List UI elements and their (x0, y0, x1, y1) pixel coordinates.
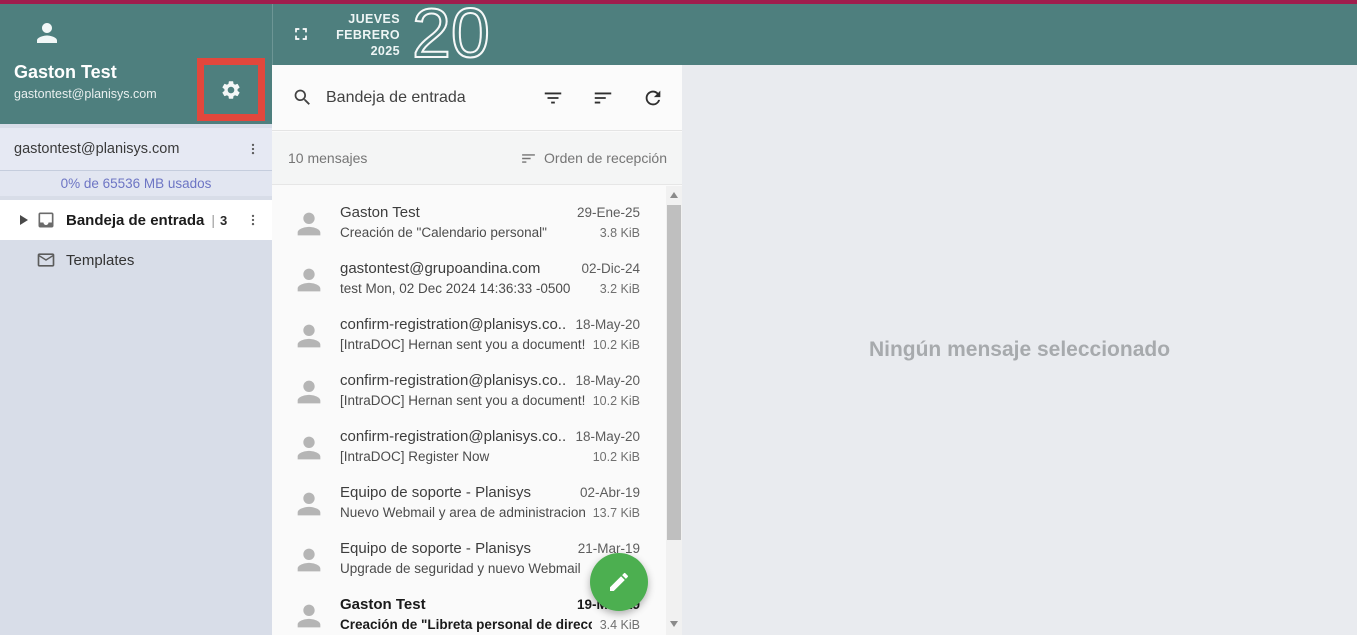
folder-menu-kebab-icon[interactable] (246, 210, 260, 230)
message-size: 3.4 KiB (599, 618, 640, 632)
message-subject: [IntraDOC] Register Now (340, 449, 490, 464)
sort-icon[interactable] (592, 87, 614, 109)
avatar-icon (292, 263, 326, 297)
folder-count-separator: | (211, 212, 216, 228)
date-month: FEBRERO (336, 28, 400, 42)
scrollbar[interactable] (666, 186, 682, 635)
message-date: 02-Abr-19 (579, 485, 640, 500)
message-sender: Gaston Test (340, 204, 420, 221)
folder-label: Templates (66, 251, 135, 269)
avatar-icon (292, 543, 326, 577)
account-menu-kebab-icon[interactable] (246, 139, 260, 159)
message-date: 18-May-20 (575, 317, 640, 332)
scroll-down-arrow-icon[interactable] (670, 621, 678, 627)
sidebar-user-header: Gaston Test gastontest@planisys.com (0, 4, 272, 124)
account-email: gastontest@planisys.com (14, 141, 180, 157)
message-sender: confirm-registration@planisys.co... (340, 428, 568, 445)
sidebar-item-inbox[interactable]: Bandeja de entrada | 3 (0, 200, 272, 240)
list-item[interactable]: gastontest@grupoandina.com 02-Dic-24 tes… (272, 254, 666, 310)
message-size: 3.8 KiB (599, 226, 640, 240)
account-row[interactable]: gastontest@planisys.com (0, 128, 272, 170)
expand-arrow-icon[interactable] (20, 215, 28, 225)
message-sender: Gaston Test (340, 596, 426, 613)
avatar-icon (292, 599, 326, 633)
folder-label: Bandeja de entrada (66, 211, 205, 229)
refresh-icon[interactable] (642, 87, 664, 109)
message-subject: [IntraDOC] Hernan sent you a document! (340, 393, 585, 408)
avatar-icon (292, 487, 326, 521)
sort-order-label: Orden de recepción (544, 150, 667, 166)
date-day-number: 20 (411, 0, 491, 72)
message-subject: [IntraDOC] Hernan sent you a document! (340, 337, 585, 352)
message-sender: Equipo de soporte - Planisys (340, 540, 531, 557)
quota-text: 0% de 65536 MB usados (60, 176, 212, 191)
list-item[interactable]: Gaston Test 29-Ene-25 Creación de "Calen… (272, 198, 666, 254)
message-date: 29-Ene-25 (576, 205, 640, 220)
message-summary: Gaston Test 19-Mar-19 Creación de "Libre… (340, 596, 640, 632)
sidebar: Gaston Test gastontest@planisys.com gast… (0, 4, 272, 635)
message-date: 18-May-20 (575, 373, 640, 388)
message-size: 13.7 KiB (592, 506, 640, 520)
quota-bar: 0% de 65536 MB usados (0, 170, 272, 196)
search-input[interactable]: Bandeja de entrada (326, 89, 542, 107)
avatar-icon (292, 207, 326, 241)
search-bar[interactable]: Bandeja de entrada (272, 65, 682, 131)
message-size: 3.2 KiB (599, 282, 640, 296)
message-size: 10.2 KiB (592, 450, 640, 464)
message-summary: confirm-registration@planisys.co... 18-M… (340, 316, 640, 352)
avatar-icon (292, 375, 326, 409)
search-icon[interactable] (292, 87, 313, 108)
date-year: 2025 (370, 44, 400, 58)
message-summary: confirm-registration@planisys.co... 18-M… (340, 372, 640, 408)
user-name: Gaston Test (14, 62, 117, 82)
message-subject: Nuevo Webmail y area de administracion (340, 505, 585, 520)
message-date: 02-Dic-24 (581, 261, 640, 276)
message-summary: confirm-registration@planisys.co... 18-M… (340, 428, 640, 464)
scrollbar-thumb[interactable] (667, 205, 681, 540)
compose-button[interactable] (590, 553, 648, 611)
search-tools (542, 87, 664, 109)
message-size: 10.2 KiB (592, 394, 640, 408)
unread-count-badge: 3 (220, 212, 228, 228)
webmail-app: JUEVES FEBRERO 2025 20 Gaston Test gasto… (0, 0, 1357, 635)
message-summary: Equipo de soporte - Planisys 02-Abr-19 N… (340, 484, 640, 520)
message-subject: Upgrade de seguridad y nuevo Webmail (340, 561, 581, 576)
message-sender: gastontest@grupoandina.com (340, 260, 541, 277)
empty-state-text: Ningún mensaje seleccionado (868, 338, 1171, 361)
message-summary: gastontest@grupoandina.com 02-Dic-24 tes… (340, 260, 640, 296)
message-subject: test Mon, 02 Dec 2024 14:36:33 -0500 (340, 281, 571, 296)
settings-gear-icon[interactable] (204, 65, 258, 114)
message-list-pane: Bandeja de entrada 10 mensajes Orden de … (272, 65, 682, 635)
preview-pane: Ningún mensaje seleccionado (682, 65, 1357, 635)
scroll-up-arrow-icon[interactable] (670, 192, 678, 198)
date-weekday: JUEVES (348, 12, 400, 26)
header-date: JUEVES FEBRERO 2025 (280, 11, 400, 59)
list-header: 10 mensajes Orden de recepción (272, 132, 682, 185)
inbox-icon (36, 210, 56, 230)
avatar-icon (292, 431, 326, 465)
list-item[interactable]: Equipo de soporte - Planisys 02-Abr-19 N… (272, 478, 666, 534)
annotation-highlight (197, 58, 265, 121)
list-item[interactable]: confirm-registration@planisys.co... 18-M… (272, 366, 666, 422)
message-size: 10.2 KiB (592, 338, 640, 352)
message-sender: confirm-registration@planisys.co... (340, 316, 568, 333)
sidebar-item-templates[interactable]: Templates (0, 240, 272, 280)
avatar-icon (292, 319, 326, 353)
message-summary: Gaston Test 29-Ene-25 Creación de "Calen… (340, 204, 640, 240)
list-item[interactable]: confirm-registration@planisys.co... 18-M… (272, 310, 666, 366)
sort-order-icon (520, 150, 537, 167)
envelope-icon (36, 250, 56, 270)
filter-icon[interactable] (542, 87, 564, 109)
message-date: 18-May-20 (575, 429, 640, 444)
user-avatar-icon (32, 18, 62, 48)
message-count: 10 mensajes (288, 150, 368, 166)
list-item[interactable]: confirm-registration@planisys.co... 18-M… (272, 422, 666, 478)
user-email: gastontest@planisys.com (14, 87, 157, 101)
header-divider (272, 4, 273, 65)
message-sender: confirm-registration@planisys.co... (340, 372, 568, 389)
message-subject: Creación de "Libreta personal de direcci… (340, 617, 592, 632)
message-subject: Creación de "Calendario personal" (340, 225, 547, 240)
sort-order-control[interactable]: Orden de recepción (520, 150, 667, 167)
message-sender: Equipo de soporte - Planisys (340, 484, 531, 501)
